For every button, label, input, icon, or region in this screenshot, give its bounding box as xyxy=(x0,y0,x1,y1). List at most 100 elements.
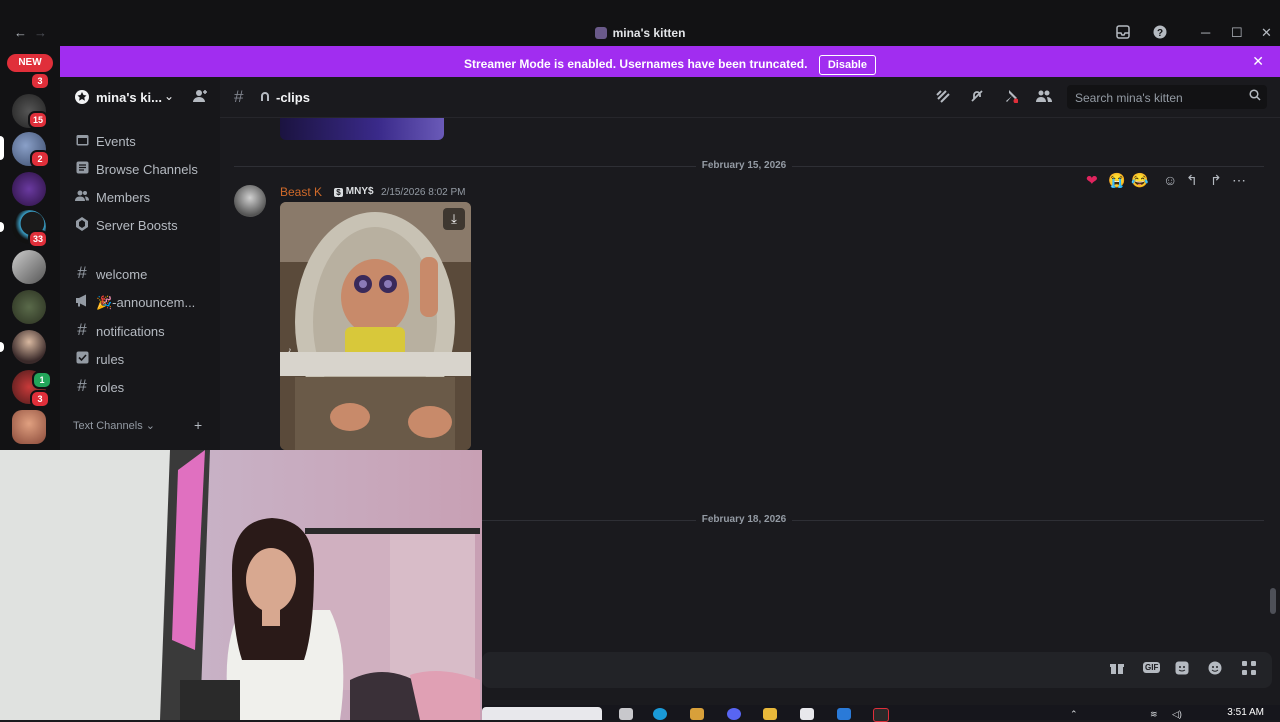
new-badge[interactable]: NEW xyxy=(7,54,53,72)
channel-announcements[interactable]: 🎉-announcem... xyxy=(74,291,214,315)
emoji-icon[interactable] xyxy=(1208,661,1222,678)
tag-icon: $ xyxy=(334,188,343,197)
channel-label: notifications xyxy=(96,324,165,339)
tray-chevron-icon[interactable]: ⌃ xyxy=(1070,709,1078,720)
server-name: mina's ki... xyxy=(96,90,162,105)
hash-icon: # xyxy=(234,87,244,106)
avatar[interactable] xyxy=(234,185,266,217)
channel-label: 🎉-announcem... xyxy=(96,295,196,310)
banner-text: Streamer Mode is enabled. Usernames have… xyxy=(464,57,808,71)
server-badge: 33 xyxy=(28,230,48,248)
server-shield-icon xyxy=(74,89,90,110)
members-icon xyxy=(74,189,90,205)
sidebar-item-label: Members xyxy=(96,190,151,205)
wifi-icon[interactable]: ≋ xyxy=(1150,709,1158,720)
inbox-icon[interactable] xyxy=(1116,25,1130,42)
server-icon-portrait[interactable] xyxy=(12,330,46,364)
banner-message: Streamer Mode is enabled. Usernames have… xyxy=(60,55,1280,75)
hash-icon: # xyxy=(77,263,87,282)
taskbar-app-icon[interactable] xyxy=(690,708,704,720)
server-badge: 3 xyxy=(30,72,50,90)
add-reaction-icon[interactable]: ☺ xyxy=(1163,172,1177,188)
forward-icon[interactable]: ↱ xyxy=(1210,172,1222,189)
channel-label: roles xyxy=(96,380,125,395)
sidebar-item-members[interactable]: Members xyxy=(74,186,214,210)
window-title: mina's kitten xyxy=(0,26,1280,40)
maximize-button[interactable]: ☐ xyxy=(1231,25,1243,41)
hash-icon: # xyxy=(77,376,87,395)
channel-welcome[interactable]: # welcome xyxy=(74,263,214,287)
taskbar-app-icon[interactable] xyxy=(619,708,633,720)
server-tag[interactable]: $ MNY$ xyxy=(330,185,378,199)
search-input[interactable] xyxy=(1073,88,1247,108)
reaction-laughing[interactable]: 😂 xyxy=(1131,172,1148,189)
sticker-icon[interactable] xyxy=(1175,661,1189,678)
os-titlebar xyxy=(0,0,1280,20)
taskbar-clock[interactable]: 3:51 AM xyxy=(1227,707,1264,718)
server-icon-green[interactable] xyxy=(12,290,46,324)
sidebar-item-label: Browse Channels xyxy=(96,162,198,177)
close-button[interactable]: ✕ xyxy=(1261,25,1272,41)
search-icon xyxy=(1249,89,1261,104)
video-frame: ♪ xyxy=(280,202,471,450)
window-title-text: mina's kitten xyxy=(612,26,686,40)
server-icon xyxy=(594,27,607,39)
threads-icon[interactable] xyxy=(936,89,950,106)
edge-icon[interactable] xyxy=(653,708,667,720)
calendar-icon xyxy=(74,133,90,149)
server-header[interactable]: mina's ki... ⌄ xyxy=(60,77,220,117)
gif-icon[interactable]: GIF xyxy=(1143,662,1161,673)
taskbar-search[interactable] xyxy=(482,707,602,720)
os-taskbar: ⌃ ≋ ◁) 3:51 AM xyxy=(482,705,1280,722)
disable-button[interactable]: Disable xyxy=(818,55,876,75)
reaction-crying[interactable]: 😭 xyxy=(1108,172,1125,189)
sidebar-item-server-boosts[interactable]: Server Boosts xyxy=(74,214,214,238)
megaphone-icon xyxy=(74,294,90,310)
more-icon[interactable]: ⋯ xyxy=(1232,172,1246,189)
member-list-icon[interactable] xyxy=(1036,89,1052,106)
chevron-down-icon[interactable]: ⌄ xyxy=(164,89,174,103)
message-composer[interactable]: GIF xyxy=(482,652,1272,688)
chevron-down-icon: ⌄ xyxy=(145,420,155,432)
channel-notifications[interactable]: # notifications xyxy=(74,320,214,344)
help-icon[interactable]: ? xyxy=(1153,25,1167,42)
create-channel-icon[interactable]: + xyxy=(194,417,202,433)
browse-icon xyxy=(74,161,90,177)
category-text-channels[interactable]: Text Channels ⌄ xyxy=(73,419,155,432)
channel-roles[interactable]: # roles xyxy=(74,376,214,400)
invite-icon[interactable] xyxy=(192,88,208,109)
scrollbar-thumb[interactable] xyxy=(1270,588,1276,614)
taskbar-app-icon[interactable] xyxy=(837,708,851,720)
previous-attachment-image[interactable] xyxy=(280,118,444,140)
search-box[interactable] xyxy=(1067,85,1267,109)
server-badge: 15 xyxy=(28,111,48,129)
gift-icon[interactable] xyxy=(1110,661,1124,678)
server-icon-face[interactable] xyxy=(12,410,46,444)
discord-icon[interactable] xyxy=(727,708,741,720)
message-author[interactable]: Beast K xyxy=(280,185,322,199)
server-icon-bw[interactable] xyxy=(12,250,46,284)
boost-icon xyxy=(74,217,90,234)
streamer-mode-banner: Streamer Mode is enabled. Usernames have… xyxy=(60,46,1280,77)
reply-icon[interactable]: ↰ xyxy=(1186,172,1198,189)
app-titlebar: ← → mina's kitten ? ─ ☐ ✕ xyxy=(0,20,1280,46)
apps-icon[interactable] xyxy=(1242,661,1256,678)
download-icon[interactable]: ⤓ xyxy=(443,208,465,230)
hash-icon: # xyxy=(77,320,87,339)
folder-icon[interactable] xyxy=(763,708,777,720)
banner-close-icon[interactable]: ✕ xyxy=(1252,53,1264,70)
minimize-button[interactable]: ─ xyxy=(1201,25,1210,40)
date-divider-label: February 15, 2026 xyxy=(220,160,1268,171)
mute-icon[interactable] xyxy=(970,89,984,106)
server-icon-purple[interactable] xyxy=(12,172,46,206)
category-label: Text Channels xyxy=(73,420,143,432)
sidebar-item-events[interactable]: Events xyxy=(74,130,214,154)
volume-icon[interactable]: ◁) xyxy=(1172,709,1182,720)
channel-rules[interactable]: rules xyxy=(74,348,214,372)
pin-icon[interactable] xyxy=(1004,89,1019,106)
store-icon[interactable] xyxy=(800,708,814,720)
reaction-heart[interactable]: ❤ xyxy=(1086,172,1098,189)
server-badge-green: 1 xyxy=(32,371,52,389)
sidebar-item-browse-channels[interactable]: Browse Channels xyxy=(74,158,214,182)
video-attachment[interactable]: ♪ ⤓ xyxy=(280,202,471,450)
